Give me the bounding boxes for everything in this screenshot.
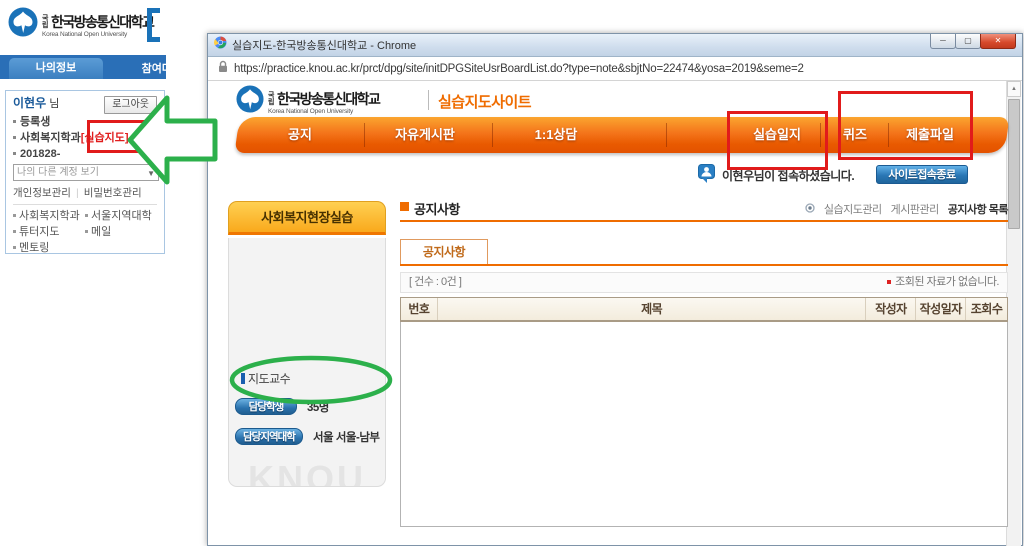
bracket-shape bbox=[147, 8, 160, 42]
breadcrumb-item-practice-mgmt[interactable]: 실습지도관리 bbox=[824, 201, 882, 217]
knou-logo: 국립 한국방송통신대학교 Korea National Open Universi… bbox=[8, 7, 155, 42]
notice-table-header: 번호 제목 작성자 작성일자 조회수 bbox=[400, 297, 1008, 322]
personal-info-link[interactable]: 개인정보관리 bbox=[13, 187, 71, 199]
site-exit-button[interactable]: 사이트접속종료 bbox=[876, 165, 968, 184]
tab-underline bbox=[400, 264, 1008, 266]
scrollbar[interactable]: ▲ bbox=[1006, 81, 1021, 546]
user-info-box: 이현우 님 로그아웃 등록생 사회복지학과[실습지도] 201828- 나의 다… bbox=[5, 90, 165, 254]
menu-link-mail[interactable]: 메일 bbox=[85, 224, 157, 240]
logo-korean: 한국방송통신대학교 bbox=[51, 13, 155, 30]
nav-free-board[interactable]: 자유게시판 bbox=[395, 117, 455, 153]
assigned-region-button[interactable]: 담당지역대학 bbox=[235, 428, 303, 445]
tab-my-info[interactable]: 나의정보 bbox=[9, 58, 103, 79]
knou-watermark: KNOU bbox=[248, 458, 366, 487]
user-name-suffix: 님 bbox=[49, 98, 60, 110]
logo-prefix: 국립 bbox=[42, 14, 49, 29]
column-views: 조회수 bbox=[965, 298, 1007, 320]
menu-link-mentoring[interactable]: 멘토링 bbox=[13, 240, 85, 256]
empty-message: 조회된 자료가 없습니다. bbox=[895, 276, 999, 288]
scrollbar-thumb[interactable] bbox=[1008, 99, 1020, 229]
user-name: 이현우 bbox=[13, 96, 47, 110]
tab-notice[interactable]: 공지사항 bbox=[400, 239, 488, 264]
site-logo-icon bbox=[236, 85, 264, 118]
address-bar[interactable]: https://practice.knou.ac.kr/prct/dpg/sit… bbox=[208, 57, 1022, 81]
column-number: 번호 bbox=[408, 302, 430, 316]
account-select[interactable]: 나의 다른 계정 보기 ▼ bbox=[13, 164, 159, 181]
scroll-up-arrow[interactable]: ▲ bbox=[1007, 81, 1021, 97]
column-date: 작성일자 bbox=[915, 298, 965, 320]
column-author: 작성자 bbox=[865, 298, 915, 320]
title-separator bbox=[428, 90, 429, 110]
course-panel-body: 지도교수 담당학생 35명 담당지역대학 서울 서울-남부 KNOU bbox=[228, 238, 386, 487]
course-panel-title: 사회복지현장실습 bbox=[228, 201, 386, 235]
result-info-bar: [ 건수 : 0건 ] 조회된 자료가 없습니다. bbox=[400, 272, 1008, 293]
close-button[interactable]: ✕ bbox=[980, 34, 1016, 49]
menu-link-seoul-campus[interactable]: 서울지역대학 bbox=[85, 208, 157, 224]
annotation-red-box-practice-log bbox=[727, 111, 828, 170]
assigned-students-button[interactable]: 담당학생 bbox=[235, 398, 297, 415]
title-bullet-icon bbox=[400, 202, 409, 211]
tab-participation-partial[interactable]: 참여마 bbox=[142, 60, 166, 76]
annotation-red-box-practice-link bbox=[87, 120, 164, 153]
url-text: https://practice.knou.ac.kr/prct/dpg/sit… bbox=[234, 62, 804, 75]
logout-button[interactable]: 로그아웃 bbox=[104, 96, 157, 114]
red-bullet-icon bbox=[887, 280, 892, 284]
chrome-icon bbox=[214, 36, 227, 54]
breadcrumb-item-board-mgmt[interactable]: 게시판관리 bbox=[891, 201, 940, 217]
column-title: 제목 bbox=[436, 298, 866, 320]
assigned-region-value: 서울 서울-남부 bbox=[312, 431, 380, 444]
person-icon bbox=[698, 164, 716, 189]
breadcrumb-icon bbox=[805, 202, 815, 216]
breadcrumb: 실습지도관리 게시판관리 공지사항 목록 bbox=[805, 201, 1009, 217]
notice-table-body-empty bbox=[400, 322, 1008, 527]
board-title: 공지사항 bbox=[414, 202, 460, 217]
annotation-red-box-submit-files bbox=[838, 91, 973, 160]
assigned-students-value: 35명 bbox=[307, 401, 329, 414]
nav-notice[interactable]: 공지 bbox=[288, 117, 312, 153]
breadcrumb-item-notice-list: 공지사항 목록 bbox=[947, 204, 1009, 216]
title-rule bbox=[400, 220, 1008, 222]
divider bbox=[13, 204, 157, 205]
record-count: [ 건수 : 0건 ] bbox=[409, 276, 462, 288]
minimize-button[interactable]: ─ bbox=[930, 34, 956, 49]
menu-link-tutor[interactable]: 튜터지도 bbox=[13, 224, 85, 240]
background-tab-bar: 나의정보 참여마 bbox=[0, 55, 166, 79]
user-department: 사회복지학과 bbox=[20, 132, 81, 144]
maximize-button[interactable]: ▢ bbox=[955, 34, 981, 49]
site-title: 실습지도사이트 bbox=[438, 94, 532, 111]
professor-label[interactable]: 지도교수 bbox=[241, 370, 291, 387]
knou-logo-icon bbox=[8, 7, 38, 42]
menu-link-social-welfare[interactable]: 사회복지학과 bbox=[13, 208, 85, 224]
password-link[interactable]: 비밀번호관리 bbox=[84, 187, 142, 199]
course-panel: 사회복지현장실습 지도교수 담당학생 35명 담당지역대학 서울 서울-남부 K… bbox=[228, 201, 386, 487]
browser-title-bar[interactable]: 실습지도-한국방송통신대학교 - Chrome ─ ▢ ✕ bbox=[208, 34, 1022, 57]
window-title: 실습지도-한국방송통신대학교 - Chrome bbox=[232, 40, 417, 52]
logo-english: Korea National Open University bbox=[42, 30, 128, 38]
nav-counseling[interactable]: 1:1상담 bbox=[535, 117, 578, 153]
lock-icon bbox=[218, 60, 228, 78]
site-logo: 국립 한국방송통신대학교 Korea National Open Universi… bbox=[236, 85, 381, 118]
caret-down-icon: ▼ bbox=[147, 169, 155, 178]
